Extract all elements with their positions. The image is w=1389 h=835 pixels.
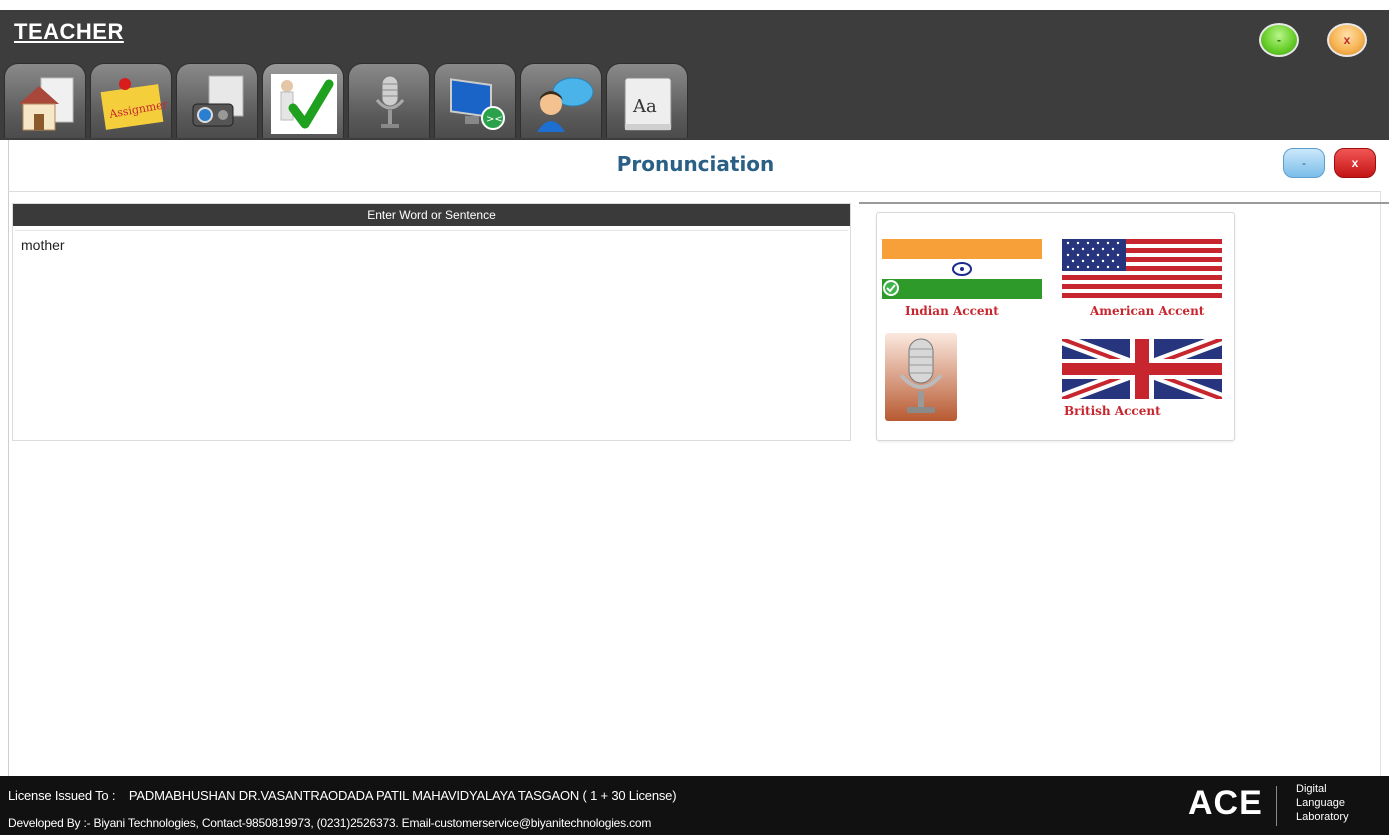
logo-sub-laboratory: Laboratory (1296, 811, 1349, 823)
panel-title: Pronunciation (616, 152, 775, 176)
selected-check-icon (883, 280, 899, 296)
logo-subtitle: Digital Language Laboratory (1296, 782, 1349, 824)
record-microphone-button[interactable] (885, 333, 957, 421)
microphone-icon (375, 75, 405, 128)
chat-icon (537, 77, 594, 132)
window-close-label: x (1343, 33, 1351, 47)
logo-sub-digital: Digital (1296, 783, 1327, 795)
british-accent-button[interactable]: British Accent (1059, 333, 1227, 421)
tab-assignment[interactable]: Assignment (90, 63, 172, 138)
tab-projector[interactable] (176, 63, 258, 138)
tool-tabs: Assignment >< Aa (4, 63, 688, 140)
word-input[interactable]: mother (15, 230, 848, 438)
panel-minimize-button[interactable]: - (1283, 148, 1325, 178)
app-title: TEACHER (14, 19, 124, 44)
svg-text:Aa: Aa (632, 96, 657, 117)
panel-close-button[interactable]: x (1334, 148, 1376, 178)
top-strip (0, 0, 1389, 10)
tab-chat[interactable] (520, 63, 602, 138)
window-minimize-label: - (1277, 33, 1281, 47)
panel-close-label: x (1351, 156, 1359, 170)
license-info: License Issued To : PADMABHUSHAN DR.VASA… (8, 788, 677, 803)
tab-home[interactable] (4, 63, 86, 138)
usa-flag-icon (1062, 239, 1222, 299)
microphone-icon (885, 333, 957, 421)
assignment-icon: Assignment (100, 78, 167, 130)
developer-info: Developed By :- Biyani Technologies, Con… (8, 816, 652, 830)
logo-sub-language: Language (1296, 797, 1345, 809)
svg-text:><: >< (486, 114, 503, 125)
dictionary-icon: Aa (624, 77, 672, 131)
window-close-button[interactable]: x (1327, 23, 1367, 57)
indian-accent-button[interactable]: Indian Accent (882, 239, 1042, 321)
uk-flag-icon (1059, 333, 1225, 405)
monitor-icon: >< (450, 78, 505, 130)
top-header: TEACHER - x Assignment >< Aa (0, 0, 1389, 140)
american-accent-button[interactable]: American Accent (1062, 239, 1227, 321)
panel-minimize-label: - (1302, 156, 1306, 170)
panel-header: Pronunciation - x (8, 140, 1381, 192)
window-minimize-button[interactable]: - (1259, 23, 1299, 57)
checkmark-icon (271, 74, 337, 134)
license-value: PADMABHUSHAN DR.VASANTRAODADA PATIL MAHA… (128, 788, 677, 803)
word-entry-panel: Enter Word or Sentence mother (12, 203, 851, 441)
license-prefix: License Issued To : (8, 788, 116, 803)
indian-accent-label: Indian Accent (905, 304, 999, 318)
tab-pronunciation[interactable] (262, 63, 344, 138)
home-icon (19, 77, 74, 131)
projector-icon (192, 75, 244, 127)
logo-separator (1276, 786, 1277, 826)
word-entry-header: Enter Word or Sentence (13, 204, 850, 226)
tab-remote-desktop[interactable]: >< (434, 63, 516, 138)
footer: License Issued To : PADMABHUSHAN DR.VASA… (0, 776, 1389, 835)
india-flag-icon (882, 239, 1042, 299)
american-accent-label: American Accent (1090, 304, 1205, 318)
british-accent-label: British Accent (1064, 404, 1161, 418)
tab-dictionary[interactable]: Aa (606, 63, 688, 138)
ace-logo: ACE (1188, 784, 1263, 822)
accent-panel: Indian Accent American Accent British Ac… (876, 212, 1235, 441)
tab-microphone[interactable] (348, 63, 430, 138)
divider (859, 202, 1389, 204)
